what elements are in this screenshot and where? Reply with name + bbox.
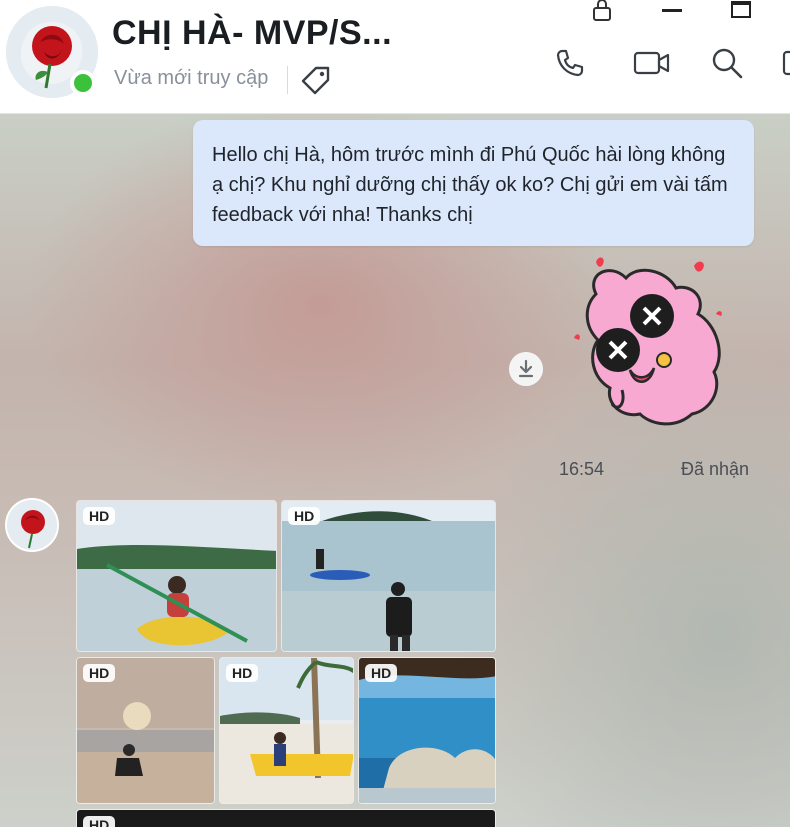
chat-area: Hello chị Hà, hôm trước mình đi Phú Quốc… (0, 114, 790, 827)
lock-icon[interactable] (590, 0, 614, 22)
photo-sea-walk[interactable]: HD (281, 500, 496, 652)
phone-icon[interactable] (553, 46, 587, 80)
chat-header: CHỊ HÀ- MVP/S... Vừa mới truy cập (0, 0, 790, 114)
sidebar-toggle-icon[interactable] (782, 46, 790, 80)
photo-kayak[interactable]: HD (76, 500, 277, 652)
search-icon[interactable] (710, 46, 744, 80)
message-time: 16:54 (559, 459, 605, 479)
online-indicator (70, 70, 96, 96)
status-divider (287, 66, 288, 94)
photo-rocky-shore[interactable]: HD (358, 657, 496, 804)
tag-icon[interactable] (300, 64, 332, 96)
sender-avatar[interactable] (5, 498, 59, 552)
photo-sunset-beach[interactable]: HD (76, 657, 215, 804)
hd-badge: HD (365, 664, 398, 682)
hd-badge: HD (83, 664, 116, 682)
outgoing-message-bubble[interactable]: Hello chị Hà, hôm trước mình đi Phú Quốc… (193, 120, 754, 246)
photo-partial[interactable]: HD (76, 809, 496, 827)
hd-badge: HD (288, 507, 321, 525)
minimize-icon[interactable] (660, 0, 684, 22)
hd-badge: HD (83, 507, 116, 525)
last-seen-status: Vừa mới truy cập (114, 67, 269, 89)
video-icon[interactable] (633, 46, 671, 80)
delivery-status: Đã nhận (681, 459, 750, 479)
maximize-icon[interactable] (729, 0, 753, 22)
hd-badge: HD (226, 664, 259, 682)
bunny-sticker[interactable] (566, 254, 736, 434)
download-icon[interactable] (509, 352, 543, 386)
message-text: Hello chị Hà, hôm trước mình đi Phú Quốc… (212, 144, 728, 226)
photo-palm-beach[interactable]: HD (219, 657, 354, 804)
hd-badge: HD (83, 816, 116, 827)
contact-name: CHỊ HÀ- MVP/S... (112, 14, 393, 52)
